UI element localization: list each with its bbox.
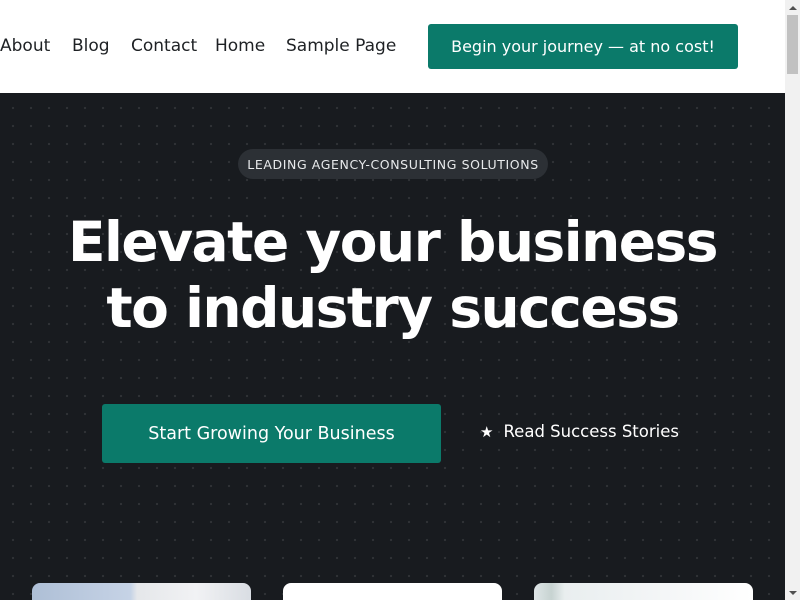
scroll-up-arrow-icon[interactable] (785, 0, 800, 15)
headline-line-1: Elevate your business (67, 210, 719, 274)
eyebrow-badge: LEADING AGENCY-CONSULTING SOLUTIONS (238, 149, 548, 179)
feature-card-image-3 (534, 583, 753, 600)
nav-item-about[interactable]: About (0, 36, 50, 56)
headline-line-2: to industry success (106, 276, 680, 340)
scroll-down-arrow-icon[interactable] (785, 585, 800, 600)
start-growing-button[interactable]: Start Growing Your Business (102, 404, 441, 463)
site-header: About Blog Contact Home Sample Page Begi… (0, 0, 785, 93)
nav-item-contact[interactable]: Contact (131, 36, 197, 56)
page-viewport: About Blog Contact Home Sample Page Begi… (0, 0, 785, 600)
header-cta-button[interactable]: Begin your journey — at no cost! (428, 24, 738, 69)
nav-item-blog[interactable]: Blog (72, 36, 110, 56)
eyebrow-text: LEADING AGENCY-CONSULTING SOLUTIONS (247, 156, 539, 172)
header-cta-label: Begin your journey — at no cost! (451, 37, 715, 56)
start-growing-label: Start Growing Your Business (148, 423, 395, 444)
hero-headline: Elevate your business to industry succes… (0, 209, 785, 341)
feature-card-image-1 (32, 583, 251, 600)
nav-item-sample-page[interactable]: Sample Page (286, 36, 396, 56)
read-success-stories-label: Read Success Stories (503, 422, 679, 441)
nav-item-home[interactable]: Home (215, 36, 265, 56)
feature-card-image-2 (283, 583, 502, 600)
scrollbar-thumb[interactable] (787, 15, 798, 74)
read-success-stories-link[interactable]: ★ Read Success Stories (480, 422, 679, 441)
vertical-scrollbar[interactable] (785, 0, 800, 600)
star-icon: ★ (480, 422, 494, 441)
hero-section: LEADING AGENCY-CONSULTING SOLUTIONS Elev… (0, 93, 785, 600)
